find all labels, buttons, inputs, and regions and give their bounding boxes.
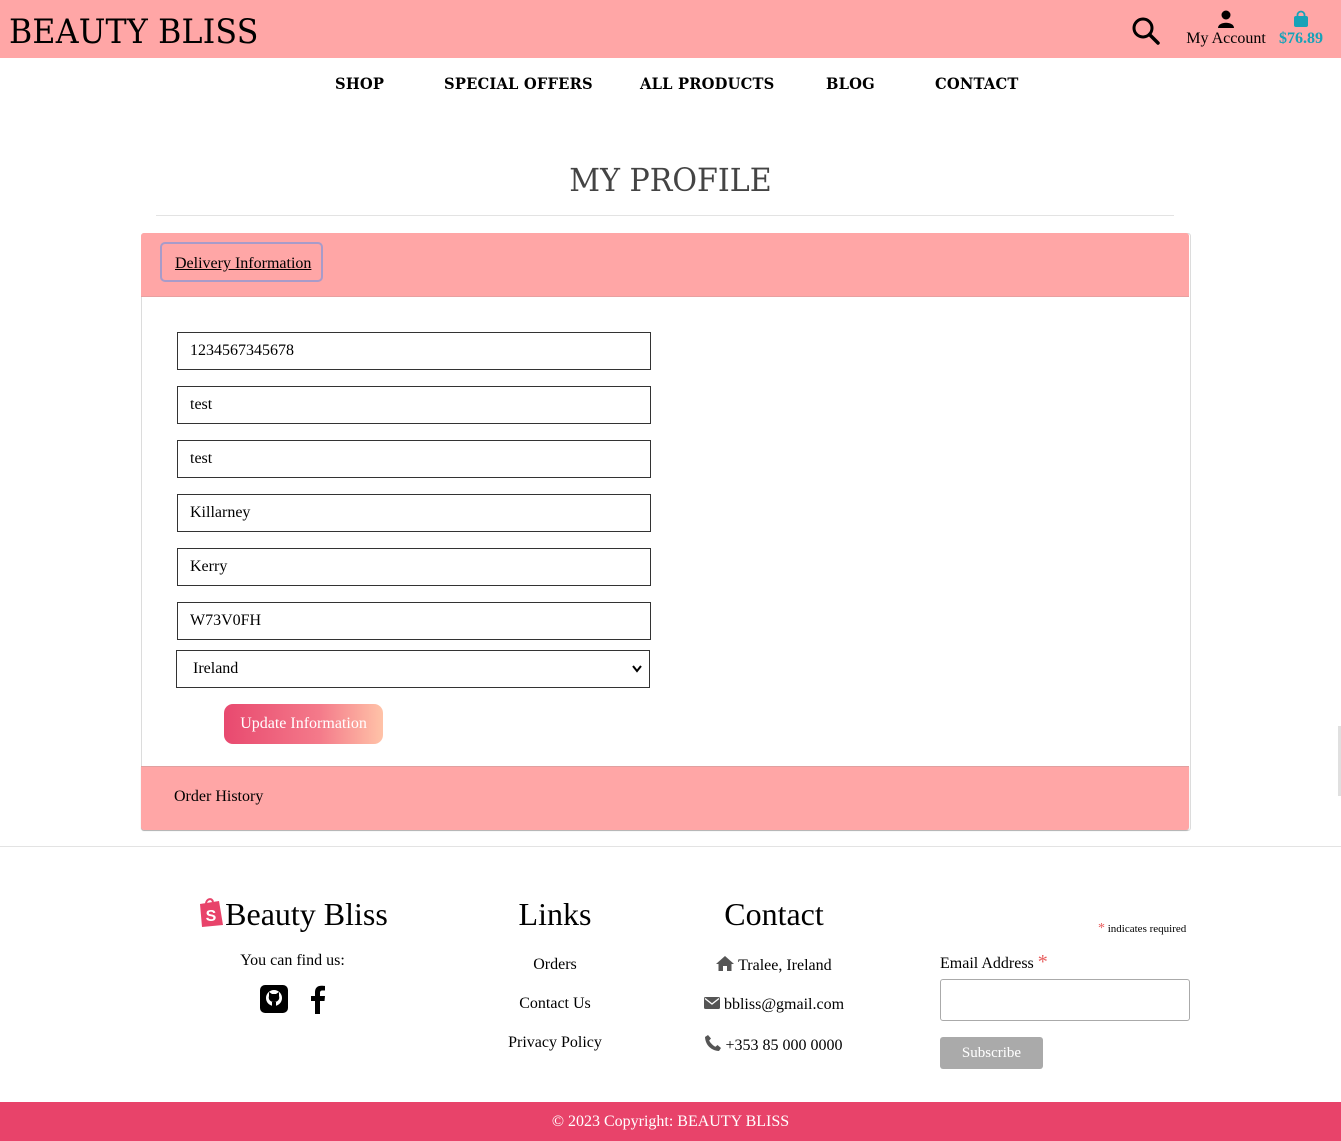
facebook-icon[interactable] xyxy=(307,984,327,1019)
github-icon[interactable] xyxy=(259,984,289,1019)
county-field[interactable]: Kerry xyxy=(177,548,651,586)
footer-brand: S Beauty Bliss xyxy=(170,896,415,932)
shopify-icon: S xyxy=(200,898,224,927)
nav-all-products[interactable]: ALL PRODUCTS xyxy=(640,74,774,93)
home-icon xyxy=(716,956,735,971)
order-history-accordion-header[interactable]: Order History xyxy=(141,766,1189,830)
footer-brand-column: S Beauty Bliss You can find us: xyxy=(170,896,415,1019)
page-title: MY PROFILE xyxy=(569,161,772,199)
country-select[interactable]: Ireland xyxy=(176,650,650,688)
shopping-bag-button[interactable]: $76.89 xyxy=(1276,10,1326,48)
main-nav: SHOP SPECIAL OFFERS ALL PRODUCTS BLOG CO… xyxy=(0,74,1341,100)
contact-phone: +353 85 000 0000 xyxy=(674,1035,874,1055)
nav-shop[interactable]: SHOP xyxy=(335,74,384,93)
town-city-field[interactable]: Killarney xyxy=(177,494,651,532)
footer-divider xyxy=(0,846,1341,847)
contact-email: bbliss@gmail.com xyxy=(674,996,874,1014)
user-icon xyxy=(1218,10,1234,28)
country-selected-value: Ireland xyxy=(193,660,239,677)
links-title: Links xyxy=(518,896,592,932)
svg-text:S: S xyxy=(206,908,217,925)
footer-contact-column: Contact Tralee, Ireland bbliss@gmail.com… xyxy=(674,896,874,1055)
required-note: * indicates required xyxy=(1098,921,1187,936)
nav-blog[interactable]: BLOG xyxy=(826,74,875,93)
contact-title: Contact xyxy=(724,896,824,932)
top-header: BEAUTY BLISS My Account $76.89 xyxy=(0,0,1341,58)
footer-links-column: Links Orders Contact Us Privacy Policy xyxy=(480,896,630,1052)
copyright-bar: © 2023 Copyright: BEAUTY BLISS xyxy=(0,1102,1341,1141)
postcode-field[interactable]: W73V0FH xyxy=(177,602,651,640)
envelope-icon xyxy=(703,997,720,1009)
required-star: * xyxy=(1098,921,1105,936)
footer-link-privacy-policy[interactable]: Privacy Policy xyxy=(508,1034,602,1051)
email-address-label: Email Address * xyxy=(940,951,1048,973)
footer-link-orders[interactable]: Orders xyxy=(533,956,577,973)
required-star: * xyxy=(1037,951,1048,973)
social-icons xyxy=(170,984,415,1019)
street-address-2-field[interactable]: test xyxy=(177,440,651,478)
bag-total: $76.89 xyxy=(1279,30,1323,47)
footer-brand-name: Beauty Bliss xyxy=(225,896,388,932)
phone-icon xyxy=(705,1035,722,1051)
footer-link-contact-us[interactable]: Contact Us xyxy=(519,995,591,1012)
subscribe-button[interactable]: Subscribe xyxy=(940,1037,1043,1069)
my-account-button[interactable]: My Account xyxy=(1183,10,1269,48)
brand-logo[interactable]: BEAUTY BLISS xyxy=(9,12,259,52)
order-history-toggle[interactable]: Order History xyxy=(174,788,263,806)
contact-address: Tralee, Ireland xyxy=(674,956,874,975)
update-information-button[interactable]: Update Information xyxy=(224,704,383,744)
my-account-label: My Account xyxy=(1186,30,1266,47)
title-divider xyxy=(156,215,1174,216)
chevron-down-icon xyxy=(631,651,643,701)
nav-contact[interactable]: CONTACT xyxy=(935,74,1019,93)
find-us-text: You can find us: xyxy=(240,952,345,969)
newsletter-email-input[interactable] xyxy=(940,979,1190,1021)
shopping-bag-icon xyxy=(1294,10,1308,27)
street-address-1-field[interactable]: test xyxy=(177,386,651,424)
delivery-information-toggle[interactable]: Delivery Information xyxy=(160,242,323,282)
search-icon[interactable] xyxy=(1131,16,1161,46)
phone-number-field[interactable]: 1234567345678 xyxy=(177,332,651,370)
nav-special-offers[interactable]: SPECIAL OFFERS xyxy=(444,74,593,93)
